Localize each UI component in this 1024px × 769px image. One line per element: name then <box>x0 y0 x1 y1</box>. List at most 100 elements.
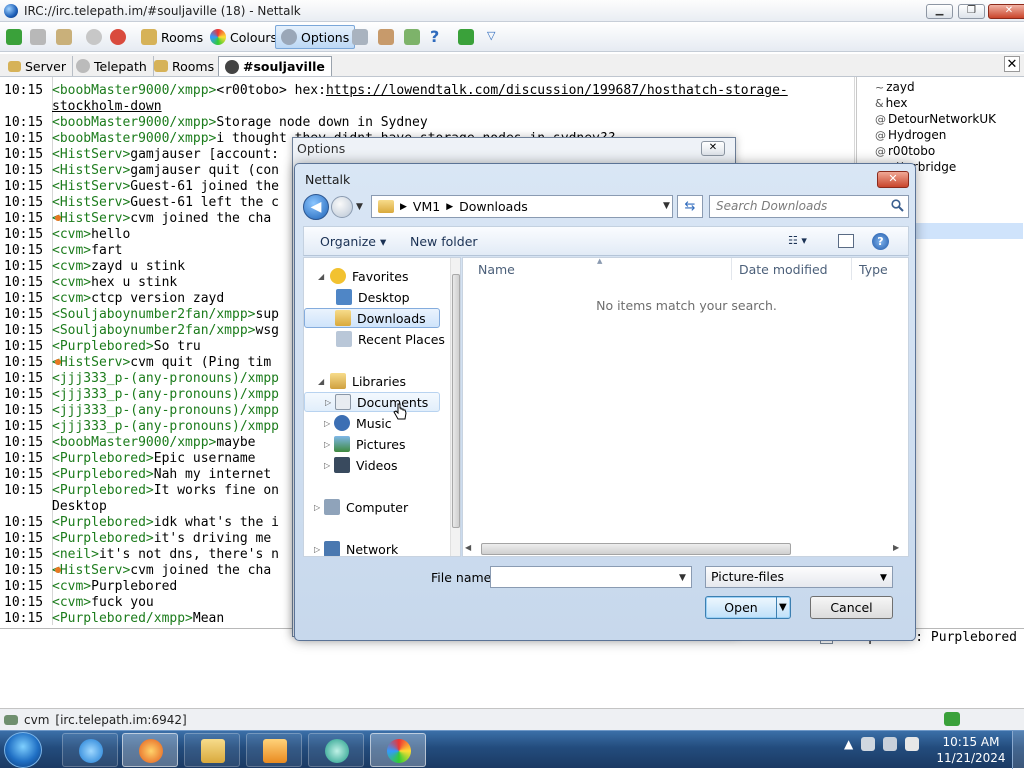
refresh-button[interactable]: ⇆ <box>677 195 703 218</box>
clock[interactable]: 10:15 AM 11/21/2024 <box>936 734 1006 766</box>
user-icon[interactable] <box>86 29 102 45</box>
chat-nick[interactable]: <jjj333_p-(any-pronouns)/xmpp <box>52 387 279 403</box>
chat-nick[interactable]: <neil> <box>52 547 99 563</box>
chat-nick[interactable]: <cvm> <box>52 227 91 243</box>
nav-libraries[interactable]: ◢ Libraries <box>318 371 406 391</box>
chat-nick[interactable]: <Purplebored/xmpp> <box>52 611 193 625</box>
chat-nick[interactable]: <HistServ> <box>52 211 130 227</box>
chat-nick[interactable]: <Purplebored> <box>52 451 154 467</box>
forward-button[interactable] <box>331 196 353 218</box>
preview-pane-icon[interactable] <box>838 234 854 248</box>
chat-nick[interactable]: <jjj333_p-(any-pronouns)/xmpp <box>52 403 279 419</box>
nav-desktop[interactable]: Desktop <box>336 287 410 307</box>
taskbar-explorer[interactable] <box>184 733 240 767</box>
rooms-button[interactable]: Rooms <box>135 25 209 49</box>
column-name[interactable]: Name <box>478 262 515 277</box>
chat-nick[interactable]: <Purplebored> <box>52 339 154 355</box>
nav-scrollbar-thumb[interactable] <box>452 274 460 528</box>
column-type[interactable]: Type <box>859 262 888 277</box>
nick-item[interactable]: @ r00tobo <box>875 143 935 159</box>
taskbar-app[interactable] <box>308 733 364 767</box>
cancel-button[interactable]: Cancel <box>810 596 893 619</box>
tab-server[interactable]: Server <box>2 56 73 76</box>
chat-nick[interactable]: <Purplebored> <box>52 483 154 499</box>
disconnect-icon[interactable] <box>30 29 46 45</box>
chat-nick[interactable]: <Souljaboynumber2fan/xmpp> <box>52 323 256 339</box>
chat-nick[interactable]: <cvm> <box>52 275 91 291</box>
horizontal-scrollbar[interactable]: ◀ ▶ <box>465 543 905 555</box>
open-dropdown-icon[interactable]: ▼ <box>779 602 787 613</box>
nav-pictures[interactable]: ▷ Pictures <box>324 434 406 454</box>
chat-nick[interactable]: <cvm> <box>52 259 91 275</box>
nick-item[interactable]: @ DetourNetworkUK <box>875 111 996 127</box>
chat-nick[interactable]: <Purplebored> <box>52 515 154 531</box>
search-icon[interactable] <box>891 199 904 212</box>
chat-nick[interactable]: <cvm> <box>52 579 91 595</box>
expand-arrow-icon[interactable]: ▷ <box>324 440 330 449</box>
open-button[interactable]: Open ▼ <box>705 596 791 619</box>
chat-nick[interactable]: <boobMaster9000/xmpp> <box>52 131 216 147</box>
print-icon[interactable] <box>352 29 368 45</box>
chat-nick[interactable]: <HistServ> <box>52 147 130 163</box>
chevron-down-icon[interactable]: ▽ <box>487 29 503 45</box>
nav-documents[interactable]: ▷ Documents <box>304 392 440 412</box>
collapse-arrow-icon[interactable]: ◢ <box>318 377 324 386</box>
file-list[interactable]: Name ▲ Date modified Type No items match… <box>462 257 909 557</box>
nav-network[interactable]: ▷ Network <box>314 539 398 556</box>
network-tray-icon[interactable] <box>861 737 876 751</box>
chat-nick[interactable]: <cvm> <box>52 291 91 307</box>
chat-nick[interactable]: <HistServ> <box>52 179 130 195</box>
properties-icon[interactable] <box>56 29 72 45</box>
file-name-dropdown-icon[interactable]: ▼ <box>679 573 686 583</box>
chat-nick[interactable]: <jjj333_p-(any-pronouns)/xmpp <box>52 371 279 387</box>
column-divider[interactable] <box>851 258 852 280</box>
taskbar-ie[interactable] <box>62 733 118 767</box>
close-tab-button[interactable]: ✕ <box>1004 56 1020 72</box>
chat-nick[interactable]: <boobMaster9000/xmpp> <box>52 435 216 451</box>
column-divider[interactable] <box>731 258 732 280</box>
view-options-icon[interactable]: ☷ ▾ <box>788 234 807 247</box>
nav-computer[interactable]: ▷ Computer <box>314 497 408 517</box>
users-icon[interactable] <box>378 29 394 45</box>
chat-nick[interactable]: <jjj333_p-(any-pronouns)/xmpp <box>52 419 279 435</box>
expand-arrow-icon[interactable]: ▷ <box>324 461 330 470</box>
window-close-button[interactable]: ✕ <box>988 4 1024 19</box>
taskbar-nettalk[interactable] <box>370 733 426 767</box>
nav-videos[interactable]: ▷ Videos <box>324 455 398 475</box>
volume-muted-icon[interactable] <box>883 737 898 751</box>
chat-link[interactable]: https://lowendtalk.com/discussion/199687… <box>326 83 788 99</box>
chat-nick[interactable]: <HistServ> <box>52 563 130 579</box>
chat-nick[interactable]: <HistServ> <box>52 355 130 371</box>
start-button[interactable] <box>4 732 42 768</box>
chat-nick[interactable]: <HistServ> <box>52 163 130 179</box>
horizontal-scrollbar-thumb[interactable] <box>481 543 791 555</box>
file-type-filter[interactable]: Picture-files <box>705 566 893 588</box>
nav-favorites[interactable]: ◢ Favorites <box>318 266 408 286</box>
options-button[interactable]: Options <box>275 25 356 49</box>
tab-telepath[interactable]: Telepath <box>70 56 154 76</box>
chat-nick[interactable]: <Purplebored> <box>52 467 154 483</box>
options-close-button[interactable]: ✕ <box>701 141 725 156</box>
scroll-right-icon[interactable]: ▶ <box>893 543 899 552</box>
scroll-left-icon[interactable]: ◀ <box>465 543 471 552</box>
expand-arrow-icon[interactable]: ▷ <box>324 419 330 428</box>
chat-nick[interactable]: <Souljaboynumber2fan/xmpp> <box>52 307 256 323</box>
recent-locations-dropdown[interactable]: ▼ <box>356 202 363 212</box>
chat-nick[interactable]: <boobMaster9000/xmpp> <box>52 115 216 131</box>
chat-nick[interactable]: <Purplebored> <box>52 531 154 547</box>
tab-rooms[interactable]: Rooms <box>148 56 222 76</box>
connect-icon[interactable] <box>6 29 22 45</box>
colours-button[interactable]: Colours <box>204 25 283 49</box>
chat-nick[interactable]: <cvm> <box>52 243 91 259</box>
nav-downloads[interactable]: Downloads <box>304 308 440 328</box>
chat-nick[interactable]: <boobMaster9000/xmpp> <box>52 83 216 99</box>
file-dialog-close-button[interactable]: ✕ <box>877 171 909 188</box>
address-dropdown-icon[interactable]: ▼ <box>663 201 670 211</box>
nick-item[interactable]: ~ zayd <box>875 79 915 95</box>
nav-music[interactable]: ▷ Music <box>324 413 392 433</box>
filter-dropdown-icon[interactable]: ▼ <box>880 573 887 583</box>
flag-icon[interactable] <box>458 29 474 45</box>
new-folder-button[interactable]: New folder <box>410 234 478 249</box>
search-input[interactable]: Search Downloads <box>709 195 909 218</box>
help-icon[interactable]: ? <box>430 29 446 45</box>
